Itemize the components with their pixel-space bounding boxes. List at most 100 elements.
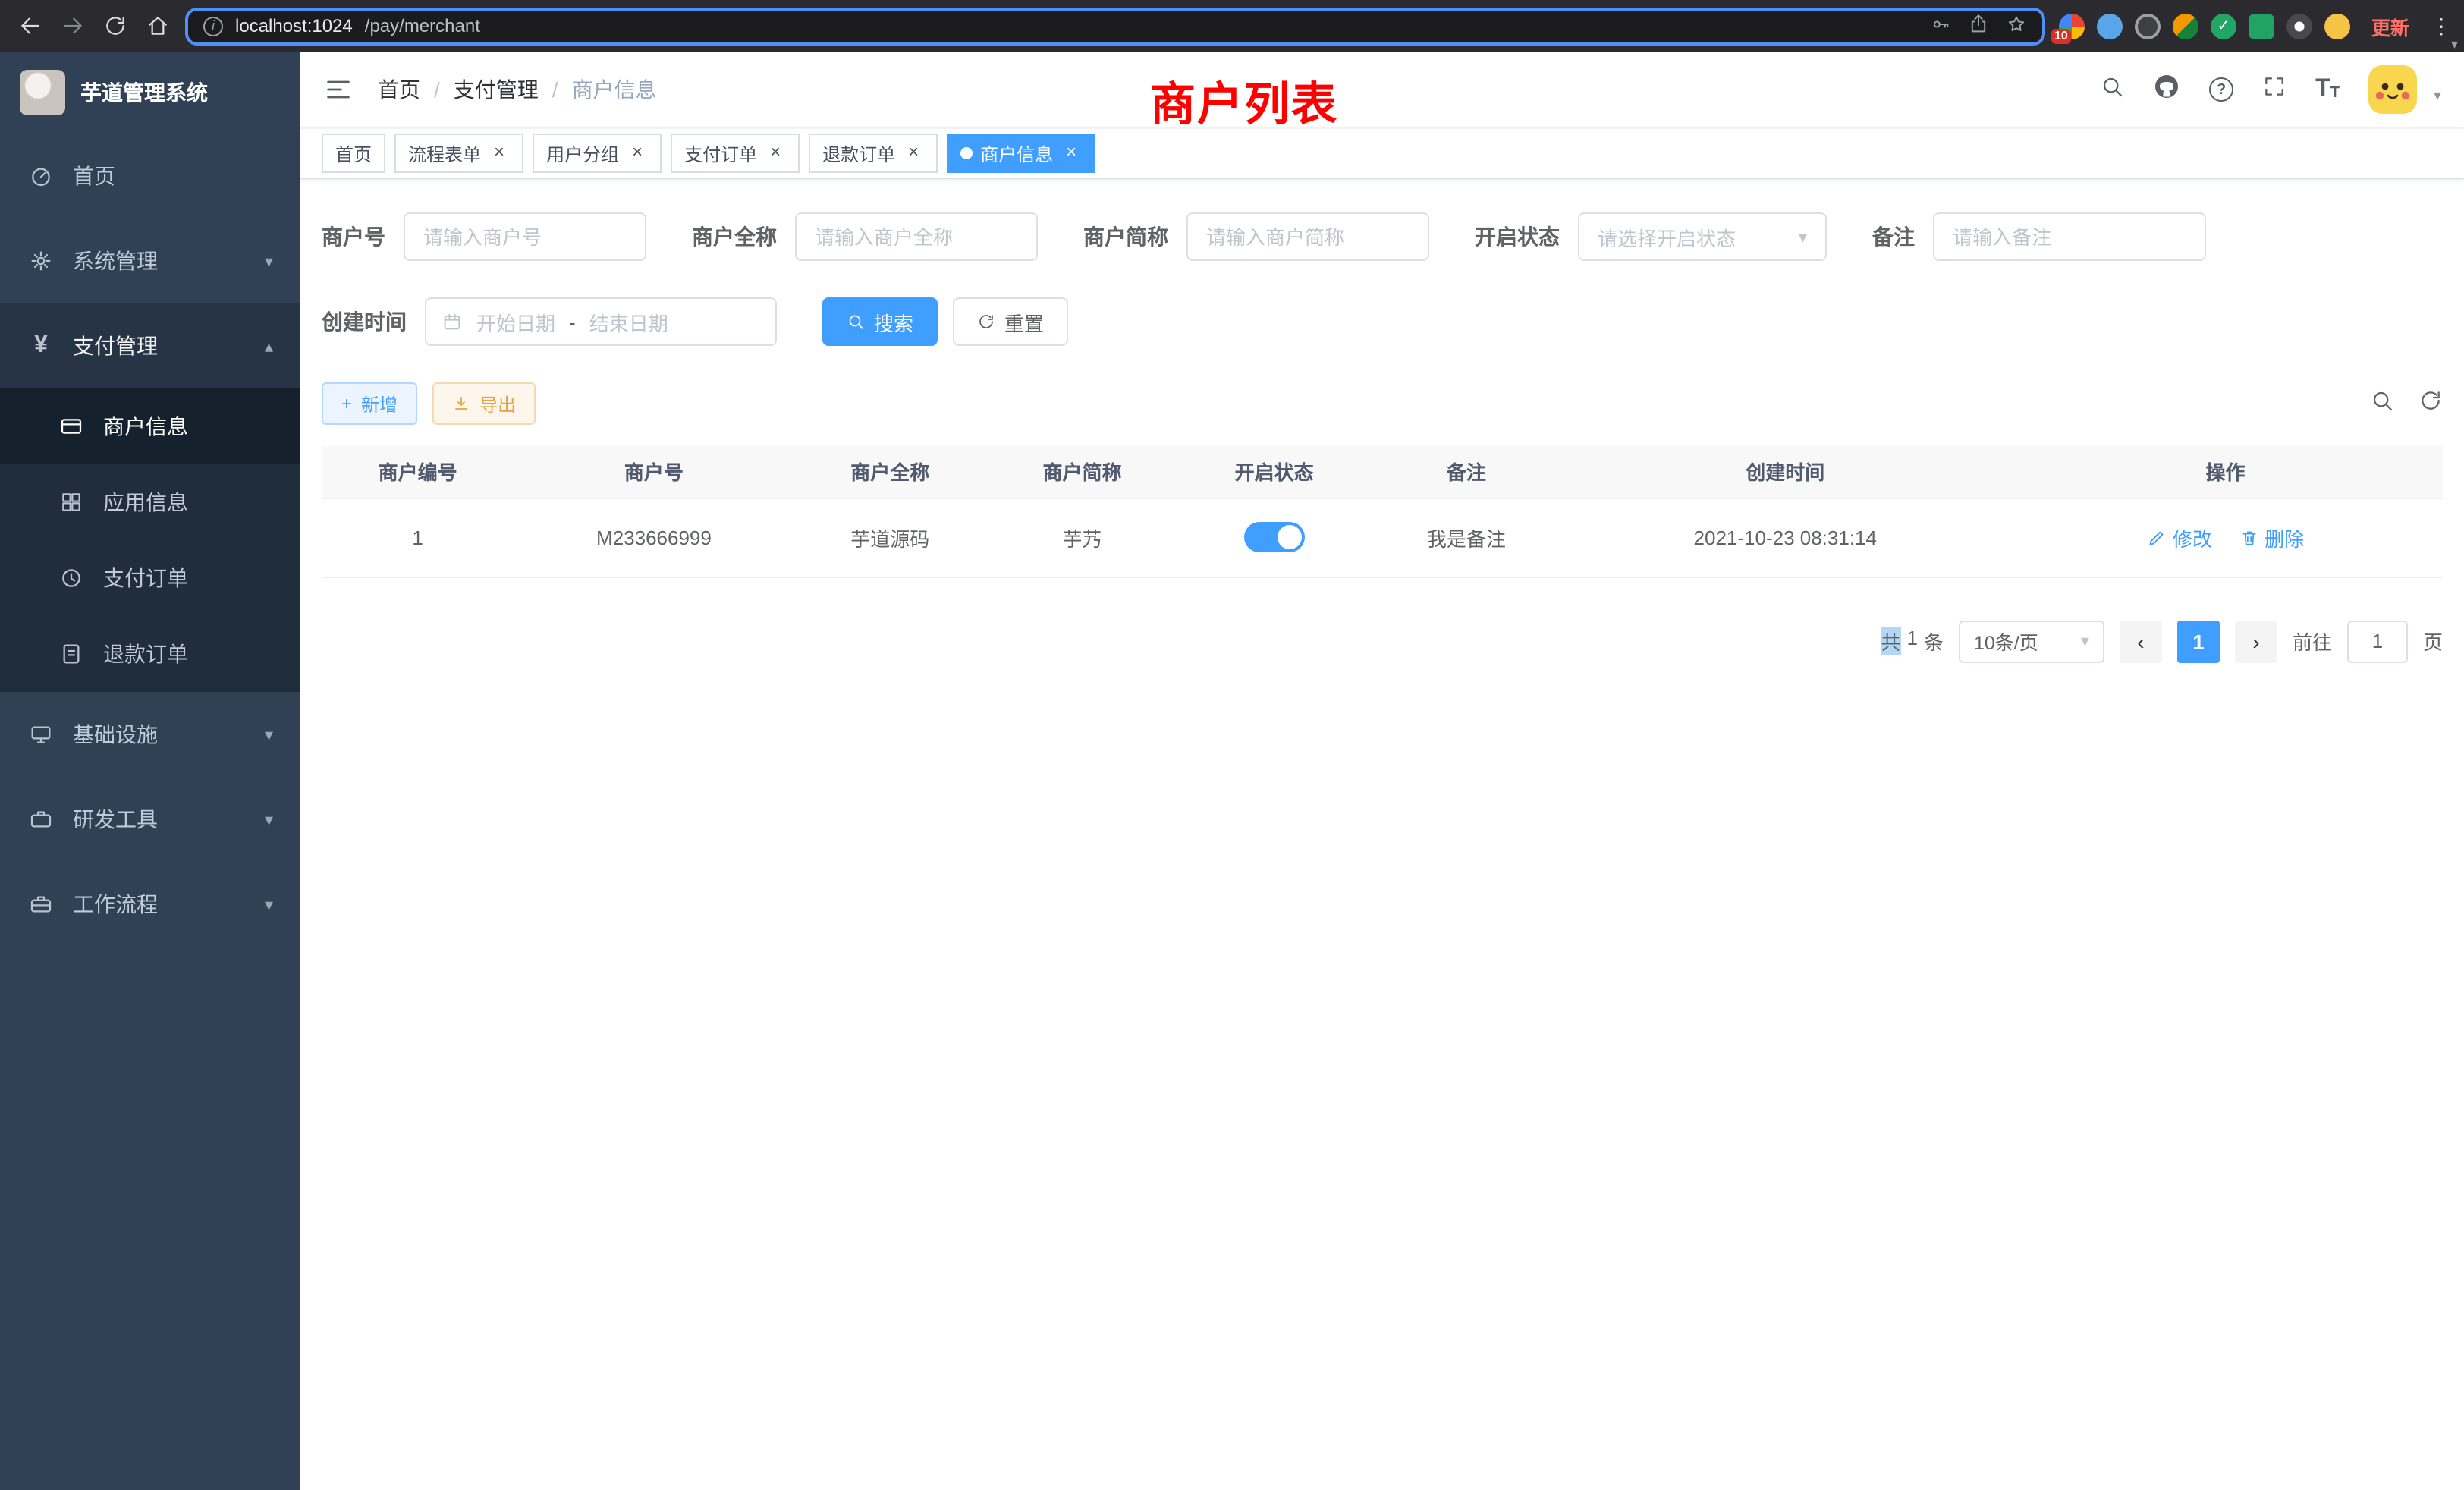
col-remark: 备注 — [1370, 446, 1562, 498]
cell-full-name: 芋道源码 — [794, 498, 986, 577]
tab-process-form[interactable]: 流程表单 × — [394, 134, 523, 173]
reset-button[interactable]: 重置 — [953, 297, 1068, 346]
tab-home[interactable]: 首页 — [322, 134, 385, 173]
extension-icon-7[interactable] — [2286, 13, 2312, 39]
sidebar-item-workflow[interactable]: 工作流程 ▾ — [0, 862, 300, 947]
extension-icon-6[interactable] — [2249, 13, 2274, 39]
tab-close-icon[interactable]: × — [765, 143, 786, 164]
page-size-select[interactable]: 10条/页 ▾ — [1959, 620, 2104, 662]
full-name-input[interactable] — [795, 212, 1038, 261]
search-icon[interactable] — [2100, 74, 2124, 105]
browser-menu-icon[interactable]: ⋮ — [2431, 13, 2449, 39]
top-navbar: 首页 / 支付管理 / 商户信息 ? TT ▾ — [300, 52, 2464, 127]
export-button[interactable]: 导出 — [432, 382, 536, 425]
col-merchant-id: 商户编号 — [322, 446, 514, 498]
total-suffix: 条 — [1924, 627, 1944, 655]
remark-input[interactable] — [1933, 212, 2206, 261]
cell-actions: 修改 删除 — [2008, 498, 2443, 577]
sidebar: 芋道管理系统 首页 系统管理 ▾ ¥ 支付管理 ▴ 商户信息 — [0, 52, 300, 1490]
chevron-down-icon: ▾ — [265, 809, 273, 829]
tab-close-icon[interactable]: × — [627, 143, 648, 164]
sidebar-item-infrastructure[interactable]: 基础设施 ▾ — [0, 692, 300, 777]
field-merchant-no: 商户号 — [322, 212, 646, 261]
font-size-icon[interactable]: TT — [2315, 77, 2340, 102]
refresh-icon[interactable] — [2418, 388, 2443, 420]
delete-link-label: 删除 — [2264, 523, 2304, 552]
col-short-name: 商户简称 — [986, 446, 1178, 498]
chevron-down-icon: ▾ — [1799, 227, 1807, 247]
app-title: 芋道管理系统 — [80, 77, 208, 108]
reset-button-label: 重置 — [1004, 307, 1044, 336]
share-icon[interactable] — [1968, 13, 1989, 39]
cell-status — [1178, 498, 1370, 577]
export-button-label: 导出 — [479, 391, 516, 417]
tab-pay-order[interactable]: 支付订单 × — [671, 134, 800, 173]
browser-update-button[interactable]: 更新 — [2364, 8, 2417, 43]
help-icon[interactable]: ? — [2209, 77, 2233, 102]
search-button[interactable]: 搜索 — [822, 297, 938, 346]
sidebar-item-payment[interactable]: ¥ 支付管理 ▴ — [0, 303, 300, 388]
sidebar-item-pay-order[interactable]: 支付订单 — [0, 540, 300, 616]
forward-icon[interactable] — [58, 11, 86, 40]
edit-link[interactable]: 修改 — [2147, 523, 2212, 552]
bookmark-star-icon[interactable] — [2006, 13, 2027, 39]
goto-page-input[interactable] — [2347, 620, 2408, 662]
breadcrumb-home[interactable]: 首页 — [378, 74, 420, 105]
tab-close-icon[interactable]: × — [903, 143, 924, 164]
next-page-button[interactable]: › — [2235, 620, 2277, 662]
toggle-search-icon[interactable] — [2370, 388, 2394, 420]
status-select[interactable]: 请选择开启状态 ▾ — [1578, 212, 1827, 261]
password-key-icon[interactable] — [1930, 13, 1951, 39]
sidebar-item-app-info[interactable]: 应用信息 — [0, 464, 300, 540]
extension-icon-1[interactable]: 10 — [2059, 13, 2085, 39]
extension-icon-5[interactable]: ✓ — [2211, 13, 2236, 39]
home-icon[interactable] — [143, 11, 171, 40]
github-icon[interactable] — [2153, 72, 2180, 107]
document-icon — [58, 642, 85, 666]
merchant-table: 商户编号 商户号 商户全称 商户简称 开启状态 备注 创建时间 操作 1 — [322, 446, 2443, 577]
sidebar-item-home[interactable]: 首页 — [0, 134, 300, 218]
sidebar-item-system[interactable]: 系统管理 ▾ — [0, 218, 300, 303]
site-info-icon[interactable]: i — [203, 16, 223, 36]
address-bar[interactable]: i localhost:1024/pay/merchant — [185, 7, 2045, 45]
sidebar-item-label: 首页 — [73, 161, 115, 191]
sidebar-item-dev-tools[interactable]: 研发工具 ▾ — [0, 777, 300, 862]
avatar-caret-icon[interactable]: ▾ — [2434, 88, 2441, 114]
status-toggle[interactable] — [1244, 522, 1305, 552]
fullscreen-icon[interactable] — [2262, 74, 2286, 105]
extension-icon-4[interactable] — [2173, 13, 2198, 39]
tab-user-group[interactable]: 用户分组 × — [533, 134, 662, 173]
filter-row-2: 创建时间 开始日期 - 结束日期 搜索 重置 — [322, 297, 2443, 346]
browser-profile-icon[interactable] — [2324, 13, 2350, 39]
user-avatar[interactable] — [2368, 65, 2417, 114]
sidebar-item-refund-order[interactable]: 退款订单 — [0, 616, 300, 692]
page-unit-label: 页 — [2423, 627, 2443, 655]
reload-icon[interactable] — [100, 11, 129, 40]
app-logo[interactable]: 芋道管理系统 — [0, 52, 300, 134]
date-range-picker[interactable]: 开始日期 - 结束日期 — [425, 297, 777, 346]
back-icon[interactable] — [15, 11, 44, 40]
tab-refund-order[interactable]: 退款订单 × — [809, 134, 938, 173]
prev-page-button[interactable]: ‹ — [2120, 620, 2162, 662]
extension-icon-3[interactable] — [2135, 13, 2161, 39]
tab-label: 首页 — [335, 140, 372, 166]
add-button[interactable]: + 新增 — [322, 382, 417, 425]
breadcrumb-payment[interactable]: 支付管理 — [454, 74, 539, 105]
field-label: 商户简称 — [1083, 222, 1168, 252]
toolbar-caret-icon[interactable]: ▾ — [2451, 36, 2458, 53]
monitor-icon — [27, 722, 55, 747]
tab-close-icon[interactable]: × — [1061, 143, 1082, 164]
url-host: localhost:1024 — [235, 15, 353, 36]
hamburger-icon[interactable] — [323, 74, 354, 105]
sidebar-item-merchant-info[interactable]: 商户信息 — [0, 388, 300, 464]
page-number-button[interactable]: 1 — [2177, 620, 2220, 662]
tab-close-icon[interactable]: × — [489, 143, 510, 164]
short-name-input[interactable] — [1186, 212, 1429, 261]
tab-merchant-info[interactable]: 商户信息 × — [947, 134, 1095, 173]
breadcrumb: 首页 / 支付管理 / 商户信息 — [378, 74, 657, 105]
delete-link[interactable]: 删除 — [2239, 523, 2304, 552]
extension-icon-2[interactable] — [2097, 13, 2123, 39]
select-placeholder: 请选择开启状态 — [1598, 222, 1736, 251]
merchant-no-input[interactable] — [404, 212, 646, 261]
field-create-time: 创建时间 开始日期 - 结束日期 — [322, 297, 777, 346]
